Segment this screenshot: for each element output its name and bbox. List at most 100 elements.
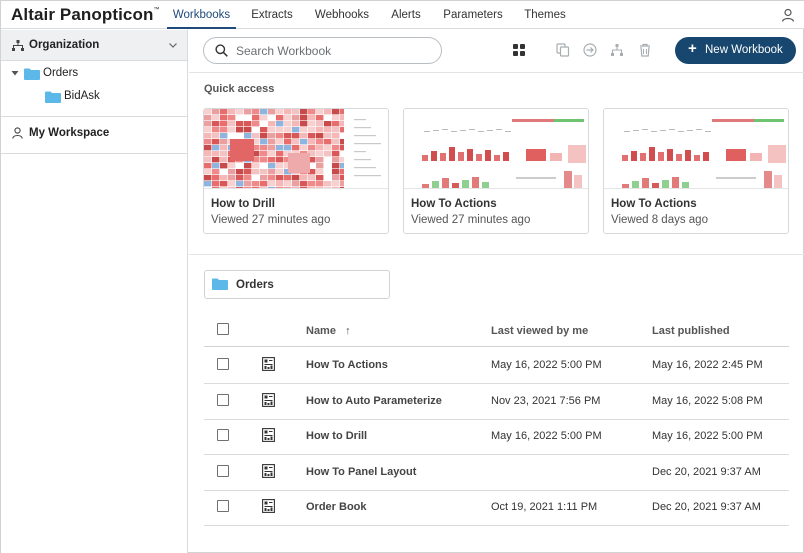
table-row[interactable]: How to Drill May 16, 2022 5:00 PM May 16, … <box>204 419 789 455</box>
trash-icon[interactable] <box>638 43 652 57</box>
row-checkbox[interactable] <box>217 464 229 477</box>
treemap-cell <box>212 121 220 127</box>
row-checkbox[interactable] <box>217 393 229 406</box>
thumbnail-bar <box>482 182 489 188</box>
treemap-cell <box>316 175 324 181</box>
workbook-name[interactable]: Order Book <box>306 501 367 513</box>
last-viewed: May 16, 2022 5:00 PM <box>491 359 602 371</box>
treemap-cell <box>220 121 228 127</box>
workbook-name[interactable]: How to Drill <box>306 430 367 442</box>
treemap-cell <box>276 175 284 181</box>
move-icon[interactable] <box>583 43 597 57</box>
thumbnail-bar <box>467 149 473 161</box>
my-workspace[interactable]: My Workspace <box>1 116 187 154</box>
user-icon[interactable] <box>781 8 795 22</box>
last-published: May 16, 2022 5:00 PM <box>652 430 763 442</box>
table-row[interactable]: How To Actions May 16, 2022 5:00 PM May 16… <box>204 348 789 384</box>
user-icon <box>12 127 23 139</box>
quick-access-card[interactable]: How to Drill Viewed 27 minutes ago <box>203 108 389 234</box>
thumbnail-line <box>469 129 475 130</box>
row-checkbox[interactable] <box>217 358 229 370</box>
tab-extracts[interactable]: Extracts <box>248 9 296 29</box>
table-row[interactable]: Order Book Oct 19, 2021 1:11 PM Dec 20, 20… <box>204 490 789 526</box>
caret-down-icon[interactable] <box>11 69 19 77</box>
quick-access-card[interactable]: How To Actions Viewed 8 days ago <box>603 108 789 234</box>
row-checkbox[interactable] <box>217 500 229 512</box>
treemap-cell <box>332 163 340 169</box>
dashboard-thumbnail <box>404 109 588 189</box>
select-all-checkbox[interactable] <box>217 323 229 335</box>
card-title: How to Drill <box>211 198 275 210</box>
tree-item-orders[interactable]: Orders <box>11 66 181 84</box>
treemap-cell <box>220 175 228 181</box>
treemap-cell <box>316 163 324 169</box>
treemap-cell <box>316 121 324 127</box>
tab-themes[interactable]: Themes <box>522 9 568 29</box>
thumbnail-line <box>705 131 711 132</box>
tab-alerts[interactable]: Alerts <box>388 9 424 29</box>
treemap-cell <box>260 187 268 188</box>
app-window: Altair Panopticon™ Workbooks Extracts We… <box>0 0 804 553</box>
treemap-cell <box>204 157 212 163</box>
thumbnail-bar <box>568 145 586 163</box>
sort-ascending-icon[interactable]: ↑ <box>345 325 351 337</box>
copy-icon[interactable] <box>556 43 570 57</box>
treemap-cell <box>244 187 252 188</box>
tab-parameters[interactable]: Parameters <box>440 9 506 29</box>
workbook-name[interactable]: How To Actions <box>306 359 388 371</box>
treemap-cell <box>204 163 212 169</box>
thumbnail-line <box>354 127 371 129</box>
treemap-cell <box>220 151 228 157</box>
column-last-published-header[interactable]: Last published <box>652 325 730 337</box>
column-last-viewed-header[interactable]: Last viewed by me <box>491 325 588 337</box>
quick-access-card[interactable]: How To Actions Viewed 27 minutes ago <box>403 108 589 234</box>
thumbnail-line <box>460 130 466 131</box>
treemap-cell <box>204 121 212 127</box>
treemap-cell <box>268 187 276 188</box>
folder-orders[interactable]: Orders <box>204 270 390 299</box>
workbook-name[interactable]: How to Auto Parameterize <box>306 395 442 407</box>
treemap-cell <box>292 181 300 187</box>
divider <box>189 72 804 73</box>
workbook-name[interactable]: How To Panel Layout <box>306 466 416 478</box>
thumbnail-bar <box>652 183 659 188</box>
thumbnail-bar <box>422 184 429 188</box>
tab-webhooks[interactable]: Webhooks <box>312 9 372 29</box>
hierarchy-icon[interactable] <box>610 43 624 57</box>
treemap-cell <box>268 181 276 187</box>
row-checkbox[interactable] <box>217 429 229 441</box>
treemap-cell <box>332 109 340 115</box>
treemap-cell <box>316 145 324 151</box>
treemap-cell <box>316 181 324 187</box>
column-name-header[interactable]: Name ↑ <box>306 325 351 337</box>
treemap-cell <box>260 115 268 121</box>
treemap-cell <box>260 181 268 187</box>
treemap-cell <box>212 145 220 151</box>
tree-item-bidask[interactable]: BidAsk <box>45 89 175 107</box>
organization-header[interactable]: Organization <box>1 30 187 61</box>
grid-view-icon[interactable] <box>512 43 526 57</box>
treemap-cell <box>260 169 268 175</box>
tab-workbooks[interactable]: Workbooks <box>167 9 236 29</box>
treemap-cell <box>220 133 228 139</box>
thumbnail-line <box>660 130 666 131</box>
treemap-cell <box>212 157 220 163</box>
treemap-cell <box>236 115 244 121</box>
treemap-cell <box>204 127 212 133</box>
treemap-cell <box>292 145 300 151</box>
table-row[interactable]: How to Auto Parameterize Nov 23, 2021 7:5… <box>204 384 789 420</box>
search-box[interactable] <box>203 37 442 64</box>
chevron-down-icon[interactable] <box>168 40 178 50</box>
table-row[interactable]: How To Panel Layout Dec 20, 2021 9:37 AM <box>204 455 789 491</box>
new-workbook-button[interactable]: + New Workbook <box>675 37 796 64</box>
main-content: + New Workbook Quick access How to Drill… <box>189 30 804 553</box>
thumbnail-line <box>516 177 556 179</box>
folder-icon <box>24 68 40 80</box>
treemap-cell <box>316 139 324 145</box>
treemap-cell <box>244 121 252 127</box>
treemap-cell <box>332 181 340 187</box>
search-input[interactable] <box>236 42 432 60</box>
treemap-cell <box>268 157 276 163</box>
dashboard-thumbnail <box>604 109 788 189</box>
thumbnail-bar <box>672 177 679 188</box>
